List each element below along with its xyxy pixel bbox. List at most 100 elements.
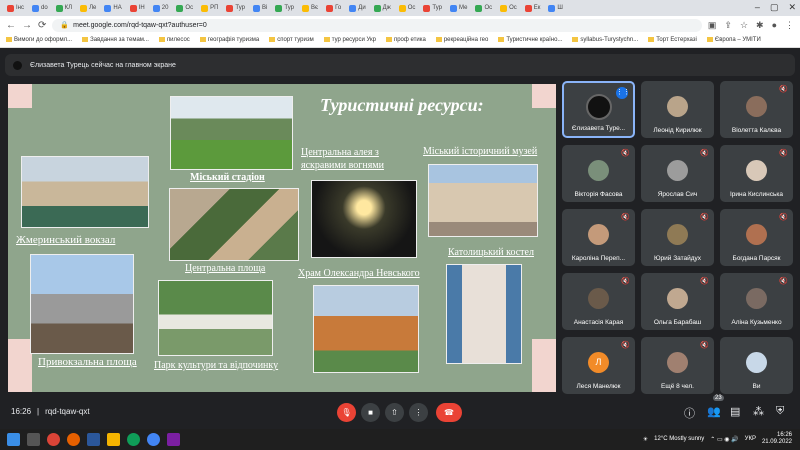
participant-name: Леонід Кирилюк [653, 127, 702, 134]
browser-tab[interactable]: Ек [522, 1, 544, 15]
browser-tab[interactable]: Тур [420, 1, 445, 15]
people-icon[interactable]: 👥 [707, 405, 721, 418]
extensions-icon[interactable]: ✱ [756, 20, 764, 31]
browser-tab[interactable]: КЛ [53, 1, 75, 15]
participant-tile[interactable]: ⋮⋮ Єлизавета Туре... [562, 81, 635, 138]
browser-tab[interactable]: Го [323, 1, 344, 15]
host-controls-icon[interactable]: ⛨ [776, 405, 784, 418]
participant-name: Анастасія Карая [573, 319, 624, 326]
browser-tab[interactable]: ІН [127, 1, 148, 15]
bookmark-item[interactable]: Європа – УМІТИ [706, 37, 761, 44]
browser-tab[interactable]: do [29, 1, 51, 15]
bookmark-item[interactable]: Завдання за темам... [82, 37, 149, 44]
maximize-icon[interactable]: ▢ [770, 2, 779, 13]
tray-icons[interactable]: ⌃ ▭ ◉ 🔊 [710, 436, 738, 443]
browser-tab[interactable]: Ди [346, 1, 368, 15]
browser-tab[interactable]: Ле [77, 1, 99, 15]
station-caption: Жмеринський вокзал [16, 234, 116, 246]
activities-icon[interactable]: ⁂ [753, 405, 764, 418]
bookmark-item[interactable]: проф етика [385, 37, 426, 44]
browser-tab[interactable]: Ві [250, 1, 270, 15]
close-icon[interactable]: ✕ [788, 2, 796, 13]
camera-button[interactable]: ■ [361, 403, 380, 422]
profile-avatar[interactable]: ● [772, 20, 777, 31]
bookmark-item[interactable]: Туристичне країно... [498, 37, 562, 44]
more-options-button[interactable]: ⋮ [409, 403, 428, 422]
meeting-info: 16:26 | rqd-tqaw-qxt [11, 407, 90, 416]
bookmark-item[interactable]: географія туризма [199, 37, 259, 44]
bookmark-item[interactable]: syllabus-Turystychn... [572, 37, 638, 44]
camera-icon: ■ [368, 408, 373, 417]
url-text: meet.google.com/rqd-tqaw-qxt?authuser=0 [73, 21, 207, 29]
file-explorer-icon[interactable] [107, 433, 120, 446]
participant-tile[interactable]: 🔇 Кароліна Переп... [562, 209, 635, 266]
browser-tab[interactable]: Ос [173, 1, 196, 15]
participant-tile[interactable]: 🔇 Ещё 8 чел. [641, 337, 714, 394]
present-button[interactable]: ⇧ [385, 403, 404, 422]
participant-name: Віолетта Калєва [731, 127, 782, 134]
minimize-icon[interactable]: – [755, 2, 760, 13]
browser-tab[interactable]: 20 [150, 1, 172, 15]
window-controls[interactable]: – ▢ ✕ [755, 2, 796, 13]
share-icon[interactable]: ⇪ [724, 20, 732, 31]
back-icon[interactable]: ← [6, 20, 16, 31]
forward-icon[interactable]: → [22, 20, 32, 31]
tab-label: ІН [138, 5, 145, 11]
firefox-icon[interactable] [67, 433, 80, 446]
clock-date: 21.09.2022 [761, 439, 792, 445]
chrome-window-icon[interactable] [127, 433, 140, 446]
participant-tile[interactable]: 🔇 Ірина Кислинська [720, 145, 793, 202]
participant-tile[interactable]: Леонід Кирилюк [641, 81, 714, 138]
windows-start-icon[interactable] [7, 433, 20, 446]
participant-tile[interactable]: 🔇 Ольга Барабаш [641, 273, 714, 330]
word-icon[interactable] [87, 433, 100, 446]
camera-icon[interactable]: ▣ [708, 20, 717, 31]
viber-icon[interactable] [167, 433, 180, 446]
presenting-text: Єлизавета Турець сейчас на главном экран… [30, 61, 176, 69]
menu-icon[interactable]: ⋮ [785, 20, 794, 31]
browser-tab[interactable]: Ш [545, 1, 566, 15]
participant-tile[interactable]: 🔇 Ярослав Сич [641, 145, 714, 202]
participant-tile[interactable]: 🔇 Богдана Парсяк [720, 209, 793, 266]
info-icon[interactable]: ⓘ [684, 405, 695, 421]
participant-tile[interactable]: 🔇 Юрий Затайдух [641, 209, 714, 266]
browser-tab[interactable]: Інс [4, 1, 27, 15]
slide-corner [8, 84, 32, 108]
language-indicator[interactable]: УКР [745, 436, 756, 442]
bookmark-item[interactable]: тур ресурси Укр [323, 37, 376, 44]
browser-tab[interactable]: Вє [299, 1, 321, 15]
chrome-icon[interactable] [47, 433, 60, 446]
bookmark-item[interactable]: Вимоги до оформл... [6, 37, 72, 44]
browser-tab[interactable]: Ос [497, 1, 520, 15]
leave-call-button[interactable]: ☎ [436, 403, 462, 422]
chat-icon[interactable]: ▤ [730, 405, 740, 418]
reload-icon[interactable]: ⟳ [38, 20, 46, 31]
browser-tab[interactable]: Тур [272, 1, 297, 15]
participant-tile[interactable]: 🔇 Аліна Кузьменко [720, 273, 793, 330]
star-icon[interactable]: ☆ [740, 20, 748, 31]
url-input[interactable]: 🔒 meet.google.com/rqd-tqaw-qxt?authuser=… [52, 18, 702, 32]
bookmark-label: рекреаційна гео [443, 37, 489, 44]
participant-tile[interactable]: 🔇 Віолетта Калєва [720, 81, 793, 138]
browser-tab[interactable]: НА [101, 1, 124, 15]
bookmark-item[interactable]: Торт Естерхазі [648, 37, 697, 44]
bookmark-item[interactable]: спорт туризм [269, 37, 314, 44]
browser-tab[interactable]: Ос [472, 1, 495, 15]
browser-tab[interactable]: Дж [371, 1, 394, 15]
search-icon[interactable] [27, 433, 40, 446]
temple-photo [313, 285, 419, 373]
chrome-window-2-icon[interactable] [147, 433, 160, 446]
participant-tile[interactable]: Л 🔇 Леся Манелюк [562, 337, 635, 394]
participant-tile[interactable]: Ви [720, 337, 793, 394]
browser-tab[interactable]: РП [198, 1, 221, 15]
mic-off-button[interactable]: 🎙 [337, 403, 356, 422]
park-caption: Парк культури та відпочинку [154, 360, 279, 371]
bookmark-item[interactable]: пилесос [158, 37, 190, 44]
browser-tab[interactable]: Ме [447, 1, 470, 15]
browser-tab[interactable]: Тур [223, 1, 248, 15]
participant-tile[interactable]: 🔇 Анастасія Карая [562, 273, 635, 330]
bookmark-item[interactable]: рекреаційна гео [435, 37, 489, 44]
clock[interactable]: 16:26 21.09.2022 [762, 432, 792, 446]
participant-tile[interactable]: 🔇 Вікторія Фасова [562, 145, 635, 202]
browser-tab[interactable]: Ос [396, 1, 419, 15]
